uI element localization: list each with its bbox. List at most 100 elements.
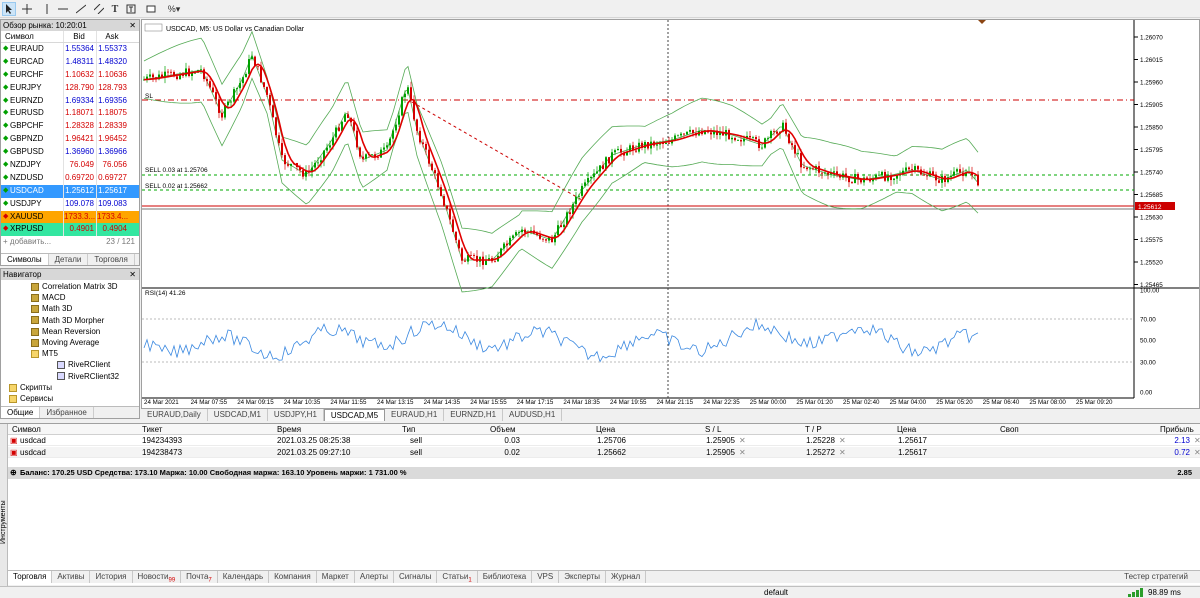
chart-tab-usdcad-m1[interactable]: USDCAD,M1 <box>208 409 268 421</box>
trade-row[interactable]: ▣ usdcad 194234393 2021.03.25 08:25:38 sell 0… <box>8 435 1200 446</box>
nav-item-services[interactable]: Сервисы <box>1 393 139 404</box>
toolbox-tab-0[interactable]: Торговля <box>8 571 53 583</box>
trendline-icon[interactable] <box>74 2 88 16</box>
market-watch-row-eurnzd[interactable]: ◆ EURNZD 1.69334 1.69356 <box>1 94 139 108</box>
col-ask[interactable]: Ask <box>96 31 129 42</box>
nav-item-mean-reversion[interactable]: Mean Reversion <box>1 326 139 337</box>
toolbox-tab-5[interactable]: Календарь <box>218 571 270 583</box>
sell1-label[interactable]: SELL 0.03 at 1.25706 <box>145 167 208 174</box>
market-watch-row-eurjpy[interactable]: ◆ EURJPY 128.790 128.793 <box>1 81 139 95</box>
objects-dropdown-icon[interactable]: %▾ <box>164 2 184 16</box>
nav-item-math-3d[interactable]: Math 3D <box>1 303 139 314</box>
market-watch-row-gbpchf[interactable]: ◆ GBPCHF 1.28328 1.28339 <box>1 120 139 134</box>
market-watch-row-gbpusd[interactable]: ◆ GBPUSD 1.36960 1.36966 <box>1 146 139 160</box>
sell2-label[interactable]: SELL 0.02 at 1.25662 <box>145 183 208 190</box>
th-volume[interactable]: Объем <box>490 424 516 435</box>
chart-tab-usdcad-m5[interactable]: USDCAD,M5 <box>323 409 386 421</box>
col-symbol[interactable]: Символ <box>1 31 63 42</box>
tab-details[interactable]: Детали <box>49 254 89 265</box>
chart-window[interactable]: 1.26070 1.26015 1.25960 1.25905 1.25850 1.257… <box>141 19 1200 409</box>
add-symbol-link[interactable]: + добавить... <box>3 236 51 247</box>
market-watch-row-euraud[interactable]: ◆ EURAUD 1.55364 1.55373 <box>1 43 139 56</box>
tab-trading[interactable]: Торговля <box>88 254 135 265</box>
tab-general[interactable]: Общие <box>1 407 41 418</box>
market-watch-row-xauusd[interactable]: ◆ XAUUSD 1733.3... 1733.4... <box>1 210 139 224</box>
nav-item-math-3d-morpher[interactable]: Math 3D Morpher <box>1 315 139 326</box>
toolbox-tab-13[interactable]: Эксперты <box>559 571 607 583</box>
remove-tp-icon[interactable]: ✕ <box>839 447 846 458</box>
remove-sl-icon[interactable]: ✕ <box>739 435 746 446</box>
toolbox-tab-14[interactable]: Журнал <box>606 571 647 583</box>
toolbox-tab-9[interactable]: Сигналы <box>394 571 438 583</box>
channel-icon[interactable] <box>92 2 106 16</box>
chart-tab-euraud-daily[interactable]: EURAUD,Daily <box>141 409 208 421</box>
toolbox-side-tab[interactable]: Инструменты <box>0 424 8 586</box>
tab-label: Активы <box>57 572 85 581</box>
th-type[interactable]: Тип <box>402 424 415 435</box>
th-sl[interactable]: S / L <box>705 424 721 435</box>
toolbox-tab-7[interactable]: Маркет <box>317 571 355 583</box>
chart-tab-audusd-h1[interactable]: AUDUSD,H1 <box>503 409 563 421</box>
remove-profit-icon[interactable]: ✕ <box>1194 435 1200 446</box>
close-icon[interactable]: ✕ <box>129 20 139 31</box>
th-tp[interactable]: T / P <box>805 424 822 435</box>
candle-body <box>245 73 247 78</box>
market-watch-row-eurchf[interactable]: ◆ EURCHF 1.10632 1.10636 <box>1 68 139 82</box>
profile-name[interactable]: default <box>764 588 788 597</box>
market-watch-row-eurusd[interactable]: ◆ EURUSD 1.18071 1.18075 <box>1 107 139 121</box>
nav-item-moving-average[interactable]: Moving Average <box>1 337 139 348</box>
nav-item-riverclient[interactable]: RiveRClient <box>1 359 139 370</box>
market-watch-row-usdcad[interactable]: ◆ USDCAD 1.25612 1.25617 <box>1 184 139 198</box>
shapes-icon[interactable] <box>144 2 158 16</box>
market-watch-row-nzdusd[interactable]: ◆ NZDUSD 0.69720 0.69727 <box>1 171 139 185</box>
tab-symbols[interactable]: Символы <box>1 254 49 265</box>
crosshair-icon[interactable] <box>20 2 34 16</box>
th-current-price[interactable]: Цена <box>897 424 916 435</box>
cursor-icon[interactable] <box>2 2 16 16</box>
market-watch-row-eurcad[interactable]: ◆ EURCAD 1.48311 1.48320 <box>1 55 139 69</box>
th-swap[interactable]: Своп <box>1000 424 1019 435</box>
nav-item-correlation-matrix[interactable]: Correlation Matrix 3D <box>1 281 139 292</box>
label-icon[interactable] <box>124 2 138 16</box>
toolbox-tab-4[interactable]: Почта7 <box>181 571 218 584</box>
toolbox-tab-10[interactable]: Статьи1 <box>437 571 478 584</box>
market-watch-row-gbpnzd[interactable]: ◆ GBPNZD 1.96421 1.96452 <box>1 133 139 147</box>
balance-toggle-icon[interactable]: ⊕ <box>10 467 17 479</box>
tab-favorites[interactable]: Избранное <box>40 407 94 418</box>
toolbox-tab-2[interactable]: История <box>90 571 133 583</box>
candle-body <box>302 170 304 177</box>
nav-item-scripts[interactable]: Скрипты <box>1 382 139 393</box>
chart-tab-eurnzd-h1[interactable]: EURNZD,H1 <box>444 409 504 421</box>
th-price[interactable]: Цена <box>596 424 615 435</box>
remove-sl-icon[interactable]: ✕ <box>739 447 746 458</box>
market-watch-row-usdjpy[interactable]: ◆ USDJPY 109.078 109.083 <box>1 197 139 211</box>
chart-tab-euraud-h1[interactable]: EURAUD,H1 <box>385 409 445 421</box>
th-time[interactable]: Время <box>277 424 301 435</box>
horizontal-line-icon[interactable] <box>56 2 70 16</box>
toolbox-tab-1[interactable]: Активы <box>52 571 91 583</box>
sl-label[interactable]: SL <box>145 93 153 100</box>
toolbox-tab-11[interactable]: Библиотека <box>478 571 533 583</box>
toolbox-tab-12[interactable]: VPS <box>532 571 560 583</box>
close-icon[interactable]: ✕ <box>129 269 136 280</box>
remove-profit-icon[interactable]: ✕ <box>1194 447 1200 458</box>
strategy-tester-button[interactable]: Тестер стратегий <box>1119 571 1200 583</box>
nav-item-riverclient32[interactable]: RiveRClient32 <box>1 371 139 382</box>
vertical-line-icon[interactable] <box>40 2 54 16</box>
nav-item-mt5[interactable]: MT5 <box>1 348 139 359</box>
toolbox-tab-6[interactable]: Компания <box>269 571 317 583</box>
toolbox-tab-3[interactable]: Новости99 <box>133 571 182 584</box>
th-profit[interactable]: Прибыль <box>1160 424 1194 435</box>
th-ticket[interactable]: Тикет <box>142 424 162 435</box>
market-watch-row-nzdjpy[interactable]: ◆ NZDJPY 76.049 76.056 <box>1 159 139 172</box>
market-watch-row-xrpusd[interactable]: ◆ XRPUSD 0.4901 0.4904 <box>1 223 139 237</box>
remove-tp-icon[interactable]: ✕ <box>839 435 846 446</box>
chart-tab-usdjpy-h1[interactable]: USDJPY,H1 <box>268 409 324 421</box>
nav-item-macd[interactable]: MACD <box>1 292 139 303</box>
th-symbol[interactable]: Символ <box>12 424 41 435</box>
toolbox-tab-8[interactable]: Алерты <box>355 571 394 583</box>
col-bid[interactable]: Bid <box>63 31 96 42</box>
price-chart[interactable]: 1.26070 1.26015 1.25960 1.25905 1.25850 1.257… <box>142 20 1199 408</box>
trade-row[interactable]: ▣ usdcad 194238473 2021.03.25 09:27:10 sell 0… <box>8 447 1200 458</box>
text-icon[interactable]: T <box>108 2 122 16</box>
